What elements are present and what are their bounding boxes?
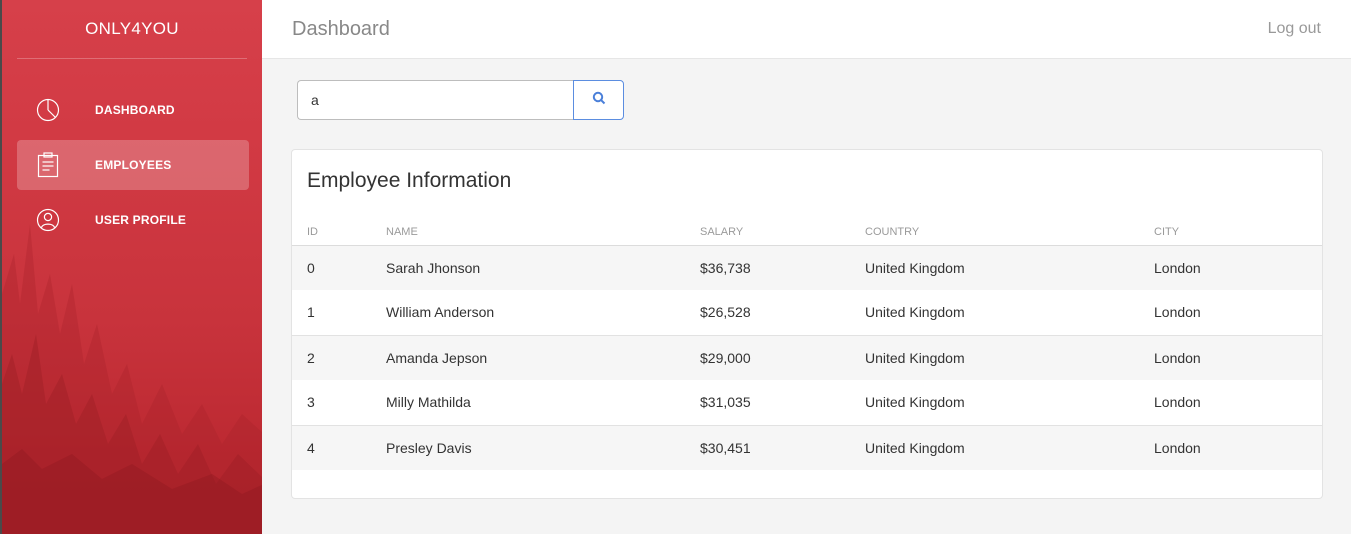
sidebar-item-label: USER PROFILE	[95, 213, 187, 227]
column-header-salary[interactable]: SALARY	[700, 220, 865, 246]
table-row[interactable]: 2 Amanda Jepson $29,000 United Kingdom L…	[292, 334, 1322, 380]
cell-id: 0	[292, 245, 386, 290]
cell-country: United Kingdom	[865, 245, 1154, 290]
sidebar: ONLY4YOU DASHBOARD EMPLOYEES USER PROFIL…	[0, 0, 262, 534]
cell-name: William Anderson	[386, 304, 495, 321]
search-button[interactable]	[573, 80, 624, 120]
cell-name: Sarah Jhonson	[386, 245, 700, 290]
cell-name: Milly Mathilda	[386, 394, 471, 411]
column-header-country[interactable]: COUNTRY	[865, 220, 1154, 246]
cell-country: United Kingdom	[865, 424, 1154, 470]
table-row[interactable]: 4 Presley Davis $30,451 United Kingdom L…	[292, 424, 1322, 470]
cell-city: London	[1154, 394, 1201, 411]
table-header-row: ID NAME SALARY COUNTRY CITY	[292, 220, 1322, 246]
cell-city: London	[1154, 304, 1201, 321]
cell-id: 1	[307, 304, 315, 321]
brand-logo[interactable]: ONLY4YOU	[2, 0, 262, 58]
pie-chart-icon	[35, 97, 61, 123]
cell-city: London	[1154, 334, 1322, 380]
column-header-city[interactable]: CITY	[1154, 220, 1322, 246]
search-input[interactable]	[297, 80, 573, 120]
sidebar-item-employees[interactable]: EMPLOYEES	[17, 140, 249, 190]
search-bar	[297, 80, 624, 120]
cell-salary: $31,035	[700, 394, 751, 411]
sidebar-item-label: EMPLOYEES	[95, 158, 172, 172]
table-row[interactable]: 1 William Anderson $26,528 United Kingdo…	[292, 290, 1322, 335]
cell-city: London	[1154, 245, 1322, 290]
cell-country: United Kingdom	[865, 304, 965, 321]
brand-divider	[17, 58, 247, 59]
column-header-id[interactable]: ID	[292, 220, 386, 246]
top-bar: Dashboard Log out	[262, 0, 1351, 59]
column-header-name[interactable]: NAME	[386, 220, 700, 246]
table-row[interactable]: 3 Milly Mathilda $31,035 United Kingdom …	[292, 380, 1322, 425]
sidebar-item-dashboard[interactable]: DASHBOARD	[17, 85, 249, 135]
cell-id: 4	[292, 424, 386, 470]
cell-country: United Kingdom	[865, 394, 965, 411]
cell-id: 3	[307, 394, 315, 411]
cell-salary: $26,528	[700, 304, 751, 321]
employee-info-card: Employee Information ID NAME SALARY COUN…	[291, 149, 1323, 499]
cell-salary: $29,000	[700, 334, 865, 380]
sidebar-item-user-profile[interactable]: USER PROFILE	[17, 195, 249, 245]
cell-salary: $36,738	[700, 245, 865, 290]
employee-table: ID NAME SALARY COUNTRY CITY 0 Sarah Jhon…	[292, 220, 1322, 470]
cell-salary: $30,451	[700, 424, 865, 470]
cell-name: Amanda Jepson	[386, 334, 700, 380]
sidebar-nav: DASHBOARD EMPLOYEES USER PROFILE	[17, 85, 249, 250]
cell-id: 2	[292, 334, 386, 380]
table-row[interactable]: 0 Sarah Jhonson $36,738 United Kingdom L…	[292, 245, 1322, 290]
card-title: Employee Information	[307, 169, 512, 192]
cell-city: London	[1154, 424, 1322, 470]
clipboard-icon	[35, 152, 61, 178]
cell-country: United Kingdom	[865, 334, 1154, 380]
sidebar-item-label: DASHBOARD	[95, 103, 175, 117]
search-icon	[592, 91, 606, 110]
cell-name: Presley Davis	[386, 424, 700, 470]
logout-link[interactable]: Log out	[1268, 20, 1321, 38]
user-icon	[35, 207, 61, 233]
page-title: Dashboard	[292, 18, 390, 40]
